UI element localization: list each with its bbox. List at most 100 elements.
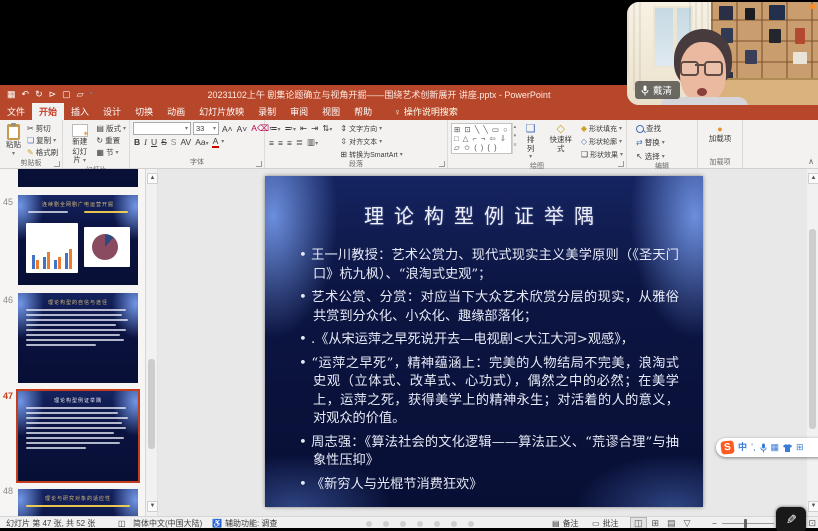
thumbnail-slide-47[interactable]: 理论构型例证举隅: [18, 391, 138, 481]
replace-button[interactable]: ⇄替换▾: [636, 137, 665, 148]
new-slide-button[interactable]: 新建 幻灯片 ▾: [66, 123, 93, 166]
new-file-icon[interactable]: ▢: [62, 90, 71, 99]
shapes-gallery-scroll[interactable]: ▴▾≡: [512, 123, 518, 154]
screen-annotation-pen-tool[interactable]: ✎: [776, 507, 806, 531]
paste-button[interactable]: 粘贴▾: [3, 123, 24, 159]
zoom-slider[interactable]: [722, 523, 774, 524]
bold-button[interactable]: B: [133, 137, 141, 147]
thumbnail-scrollbar[interactable]: ▲ ▼: [146, 169, 158, 516]
undo-icon[interactable]: ↶: [22, 90, 30, 99]
scroll-up-arrow[interactable]: ▲: [808, 173, 818, 184]
tab-view[interactable]: 视图: [315, 103, 347, 120]
copy-button[interactable]: ❏复制▾: [27, 135, 58, 146]
change-case-button[interactable]: Aa▾: [194, 137, 209, 147]
shape-effects-button[interactable]: ❑形状效果▾: [581, 149, 623, 160]
scroll-down-arrow[interactable]: ▼: [808, 501, 818, 512]
columns-button[interactable]: ▥▾: [306, 137, 319, 148]
thumbnail-slide-44-partial[interactable]: [18, 169, 138, 187]
italic-button[interactable]: I: [143, 137, 148, 147]
tab-record[interactable]: 录制: [251, 103, 283, 120]
format-painter-button[interactable]: ✎格式刷: [27, 147, 58, 158]
shadow-button[interactable]: S: [170, 137, 178, 147]
tab-animations[interactable]: 动画: [160, 103, 192, 120]
font-color-button[interactable]: A: [212, 136, 220, 148]
recording-indicator-dot: [810, 4, 815, 9]
bullets-button[interactable]: ≔▾: [268, 123, 282, 134]
redo-icon[interactable]: ↻: [35, 90, 43, 99]
thumbnail-slide-48[interactable]: 理论与研究对象的适应性: [18, 489, 138, 516]
tab-file[interactable]: 文件: [0, 103, 32, 120]
scrollbar-thumb[interactable]: [148, 359, 155, 449]
shape-fill-button[interactable]: ◆形状填充▾: [581, 123, 623, 134]
tab-home[interactable]: 开始: [32, 103, 64, 120]
scroll-down-arrow[interactable]: ▼: [147, 501, 158, 512]
shrink-font-button[interactable]: A˅: [236, 124, 249, 134]
skin-icon[interactable]: [783, 444, 792, 452]
zoom-slider-handle[interactable]: [744, 519, 747, 528]
tab-insert[interactable]: 插入: [64, 103, 96, 120]
numbering-button[interactable]: ≕▾: [284, 123, 298, 134]
save-icon[interactable]: ▦: [7, 90, 16, 99]
slide-body-text[interactable]: 王一川教授：艺术公赏力、现代式现实主义美学原则（《圣天门口》杭九枫）、“浪淘式史…: [299, 247, 679, 494]
reset-button[interactable]: ↻重置: [96, 135, 126, 146]
current-slide[interactable]: 理论构型例证举隅 王一川教授：艺术公赏力、现代式现实主义美学原则（《圣天门口》杭…: [265, 176, 703, 507]
thumbnail-slide-46[interactable]: 理论构型的自信与途径: [18, 293, 138, 383]
font-size-combo[interactable]: 33▾: [193, 122, 219, 135]
slide-title[interactable]: 理论构型例证举隅: [265, 200, 703, 229]
align-center-button[interactable]: ≡: [277, 138, 284, 148]
align-right-button[interactable]: ≡: [286, 138, 293, 148]
zoom-out-button[interactable]: −: [712, 519, 717, 528]
grow-font-button[interactable]: A˄: [221, 124, 234, 134]
accessibility-icon: ♿: [212, 519, 222, 528]
punctuation-icon[interactable]: ’,: [751, 443, 756, 452]
paragraph-dialog-launcher[interactable]: [439, 161, 445, 167]
tab-review[interactable]: 审阅: [283, 103, 315, 120]
strikethrough-button[interactable]: S: [160, 137, 168, 147]
align-left-button[interactable]: ≡: [268, 138, 275, 148]
tab-help[interactable]: 帮助: [347, 103, 379, 120]
align-text-button[interactable]: ⇳对齐文本▾: [340, 136, 402, 147]
slide-bullet: 王一川教授：艺术公赏力、现代式现实主义美学原则（《圣天门口》杭九枫）、“浪淘式史…: [299, 247, 679, 284]
quick-styles-button[interactable]: ◇ 快速样式: [544, 123, 578, 154]
collapse-ribbon-chevron[interactable]: ∧: [808, 157, 814, 166]
tell-me-search[interactable]: ♀ 操作说明搜索: [387, 103, 465, 120]
increase-indent-button[interactable]: ⇥: [310, 123, 319, 134]
drawing-dialog-launcher[interactable]: [618, 161, 624, 167]
section-button[interactable]: ▦节▾: [96, 147, 126, 158]
text-direction-button[interactable]: ⇕文字方向▾: [340, 123, 402, 134]
thumbnail-slide-45[interactable]: 连续剧全网剧广电运营开掘: [18, 195, 138, 285]
char-spacing-button[interactable]: AV: [179, 137, 192, 147]
chinese-mode-icon[interactable]: 中: [738, 443, 747, 452]
customize-qat-icon[interactable]: ▾: [90, 91, 93, 97]
line-spacing-button[interactable]: ⇅▾: [321, 123, 333, 134]
tab-design[interactable]: 设计: [96, 103, 128, 120]
underline-button[interactable]: U: [150, 137, 158, 147]
scroll-up-arrow[interactable]: ▲: [147, 173, 158, 184]
tab-transitions[interactable]: 切换: [128, 103, 160, 120]
slide-scrollbar[interactable]: ▲ ▼: [807, 169, 818, 516]
tab-slideshow[interactable]: 幻灯片放映: [192, 103, 251, 120]
justify-button[interactable]: ≣: [295, 137, 304, 148]
layout-button[interactable]: ▤版式▾: [96, 123, 126, 134]
font-name-combo[interactable]: ▾: [133, 122, 191, 135]
find-button[interactable]: 查找: [636, 123, 665, 134]
voice-input-icon[interactable]: [760, 443, 767, 453]
font-group-label: 字体: [130, 158, 264, 168]
open-folder-icon[interactable]: ▱: [77, 90, 84, 99]
scrollbar-thumb[interactable]: [809, 229, 816, 429]
clipboard-dialog-launcher[interactable]: [54, 161, 60, 167]
powerpoint-window: ▦ ↶ ↻ ⊳ ▢ ▱ ▾ 20231102上午 剧集论题确立与视角开掘——围绕…: [0, 85, 818, 528]
select-button[interactable]: ↖选择▾: [636, 151, 665, 162]
sogou-logo[interactable]: S: [720, 440, 734, 454]
convert-smartart-button[interactable]: ⊞转换为SmartArt▾: [340, 149, 402, 160]
slideshow-icon[interactable]: ⊳: [49, 90, 57, 99]
shape-outline-button[interactable]: ◇形状轮廓▾: [581, 136, 623, 147]
decrease-indent-button[interactable]: ⇤: [299, 123, 308, 134]
keyboard-icon[interactable]: ▦: [771, 443, 780, 452]
arrange-button[interactable]: ❏ 排列▾: [521, 123, 541, 162]
cut-button[interactable]: ✂剪切: [27, 123, 58, 134]
shapes-gallery[interactable]: ⊞ ⊡ ╲ ╲ ▭ ○ □ △ ⌐ ¬ ⇦ ⇩ ▱ ✩ ( ) { } ▴▾≡: [451, 123, 518, 154]
addins-button[interactable]: ● 加载项: [706, 123, 735, 145]
font-dialog-launcher[interactable]: [256, 161, 262, 167]
toolbox-icon[interactable]: ⊞: [796, 443, 804, 452]
